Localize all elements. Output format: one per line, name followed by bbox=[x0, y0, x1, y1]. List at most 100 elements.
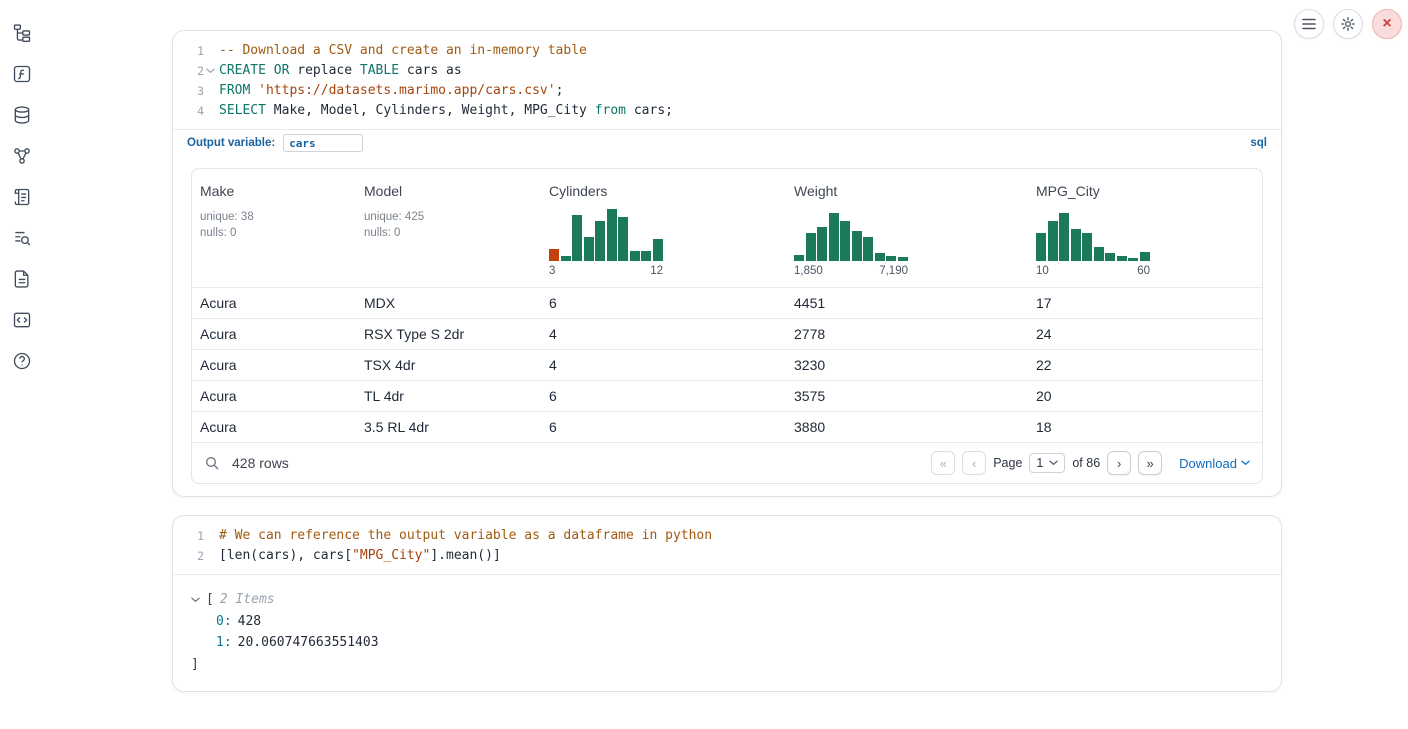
output-entry-key: 0: bbox=[216, 611, 232, 633]
histogram-bar[interactable] bbox=[595, 221, 605, 261]
fold-chevron-icon[interactable] bbox=[204, 68, 217, 74]
logs-icon[interactable] bbox=[9, 184, 35, 210]
datasources-icon[interactable] bbox=[9, 102, 35, 128]
histogram-bar[interactable] bbox=[1036, 233, 1046, 261]
language-badge: sql bbox=[1250, 137, 1267, 149]
histogram-bar[interactable] bbox=[863, 237, 873, 261]
table-cell: Acura bbox=[192, 288, 356, 318]
menu-button[interactable] bbox=[1294, 9, 1324, 39]
sql-cell-meta: Output variable: sql bbox=[173, 129, 1281, 156]
documentation-icon[interactable] bbox=[9, 307, 35, 333]
histogram-bar[interactable] bbox=[806, 233, 816, 261]
table-row[interactable]: AcuraTL 4dr6357520 bbox=[192, 380, 1262, 411]
first-page-button[interactable]: « bbox=[931, 451, 955, 475]
histogram-bar[interactable] bbox=[1071, 229, 1081, 261]
last-page-button[interactable]: » bbox=[1138, 451, 1162, 475]
table-cell: 4451 bbox=[786, 288, 1028, 318]
output-entry: 0: 428 bbox=[191, 611, 1281, 633]
column-stats: unique: 38nulls: 0 bbox=[192, 207, 356, 243]
column-histogram[interactable]: 1060 bbox=[1028, 207, 1262, 277]
histogram-bar[interactable] bbox=[817, 227, 827, 261]
histogram-bar[interactable] bbox=[840, 221, 850, 261]
table-body: AcuraMDX6445117AcuraRSX Type S 2dr427782… bbox=[192, 287, 1262, 442]
histogram-bar[interactable] bbox=[1128, 258, 1138, 261]
column-name[interactable]: Weight bbox=[786, 177, 1028, 207]
menu-icon bbox=[1302, 18, 1316, 30]
histogram-bar[interactable] bbox=[852, 231, 862, 261]
settings-button[interactable] bbox=[1333, 9, 1363, 39]
dependency-graph-icon[interactable] bbox=[9, 143, 35, 169]
column-name[interactable]: Make bbox=[192, 177, 356, 207]
next-page-button[interactable]: › bbox=[1107, 451, 1131, 475]
table-cell: 20 bbox=[1028, 381, 1262, 411]
file-explorer-icon[interactable] bbox=[9, 20, 35, 46]
column-header[interactable]: Modelunique: 425nulls: 0 bbox=[356, 177, 541, 277]
code-line[interactable]: 4SELECT Make, Model, Cylinders, Weight, … bbox=[173, 101, 1281, 121]
row-count: 428 rows bbox=[232, 455, 289, 471]
page-select[interactable]: 1 bbox=[1029, 453, 1065, 473]
column-name[interactable]: Model bbox=[356, 177, 541, 207]
table-header: Makeunique: 38nulls: 0Modelunique: 425nu… bbox=[192, 169, 1262, 287]
download-link[interactable]: Download bbox=[1179, 456, 1250, 471]
code-line[interactable]: 1-- Download a CSV and create an in-memo… bbox=[173, 41, 1281, 61]
table-row[interactable]: Acura3.5 RL 4dr6388018 bbox=[192, 411, 1262, 442]
python-code-editor[interactable]: 1# We can reference the output variable … bbox=[173, 516, 1281, 574]
column-histogram[interactable]: 1,8507,190 bbox=[786, 207, 1028, 277]
table-row[interactable]: AcuraRSX Type S 2dr4277824 bbox=[192, 318, 1262, 349]
code-line[interactable]: 1# We can reference the output variable … bbox=[173, 526, 1281, 546]
table-cell: MDX bbox=[356, 288, 541, 318]
code-line[interactable]: 3FROM 'https://datasets.marimo.app/cars.… bbox=[173, 81, 1281, 101]
table-cell: 17 bbox=[1028, 288, 1262, 318]
histogram-bar[interactable] bbox=[630, 251, 640, 261]
table-of-contents-icon[interactable] bbox=[9, 225, 35, 251]
histogram-bar[interactable] bbox=[561, 256, 571, 261]
table-cell: 24 bbox=[1028, 319, 1262, 349]
search-icon[interactable] bbox=[204, 455, 220, 471]
histogram-bar[interactable] bbox=[618, 217, 628, 261]
histogram-bar[interactable] bbox=[572, 215, 582, 261]
histogram-axis-labels: 1060 bbox=[1036, 265, 1150, 277]
histogram-bar[interactable] bbox=[607, 209, 617, 261]
shutdown-button[interactable]: × bbox=[1372, 9, 1402, 39]
histogram-bar[interactable] bbox=[829, 213, 839, 261]
histogram-bar[interactable] bbox=[1048, 221, 1058, 261]
help-icon[interactable] bbox=[9, 348, 35, 374]
histogram-bar[interactable] bbox=[794, 255, 804, 261]
histogram-bar[interactable] bbox=[641, 251, 651, 261]
table-row[interactable]: AcuraMDX6445117 bbox=[192, 287, 1262, 318]
column-header[interactable]: Makeunique: 38nulls: 0 bbox=[192, 177, 356, 277]
code-line[interactable]: 2[len(cars), cars["MPG_City"].mean()] bbox=[173, 546, 1281, 566]
column-header[interactable]: Weight1,8507,190 bbox=[786, 177, 1028, 277]
output-variable-label: Output variable: bbox=[187, 137, 275, 149]
histogram-bar[interactable] bbox=[1094, 247, 1104, 261]
column-name[interactable]: MPG_City bbox=[1028, 177, 1262, 207]
histogram-bar[interactable] bbox=[549, 249, 559, 261]
histogram-bar[interactable] bbox=[1117, 256, 1127, 261]
column-header[interactable]: Cylinders312 bbox=[541, 177, 786, 277]
scratchpad-icon[interactable] bbox=[9, 61, 35, 87]
sql-code-editor[interactable]: 1-- Download a CSV and create an in-memo… bbox=[173, 31, 1281, 129]
histogram-bar[interactable] bbox=[653, 239, 663, 261]
code-line[interactable]: 2CREATE OR replace TABLE cars as bbox=[173, 61, 1281, 81]
histogram-bar[interactable] bbox=[886, 256, 896, 261]
python-output: [ 2 Items 0: 428 1: 20.060747663551403 ] bbox=[173, 574, 1281, 691]
snippets-icon[interactable] bbox=[9, 266, 35, 292]
stat-line: unique: 425 bbox=[364, 209, 533, 225]
histogram-bar[interactable] bbox=[898, 257, 908, 261]
histogram-bar[interactable] bbox=[875, 253, 885, 261]
column-header[interactable]: MPG_City 1060 bbox=[1028, 177, 1262, 277]
histogram-bar[interactable] bbox=[1140, 252, 1150, 261]
histogram-bar[interactable] bbox=[1082, 233, 1092, 261]
collapse-chevron-icon[interactable] bbox=[191, 597, 200, 603]
stat-line: unique: 38 bbox=[200, 209, 348, 225]
column-name[interactable]: Cylinders bbox=[541, 177, 786, 207]
output-entry-key: 1: bbox=[216, 632, 232, 654]
histogram-bar[interactable] bbox=[584, 237, 594, 261]
table-cell: Acura bbox=[192, 350, 356, 380]
prev-page-button[interactable]: ‹ bbox=[962, 451, 986, 475]
output-variable-input[interactable] bbox=[283, 134, 363, 152]
histogram-bar[interactable] bbox=[1059, 213, 1069, 261]
histogram-bar[interactable] bbox=[1105, 253, 1115, 261]
column-histogram[interactable]: 312 bbox=[541, 207, 786, 277]
table-row[interactable]: AcuraTSX 4dr4323022 bbox=[192, 349, 1262, 380]
